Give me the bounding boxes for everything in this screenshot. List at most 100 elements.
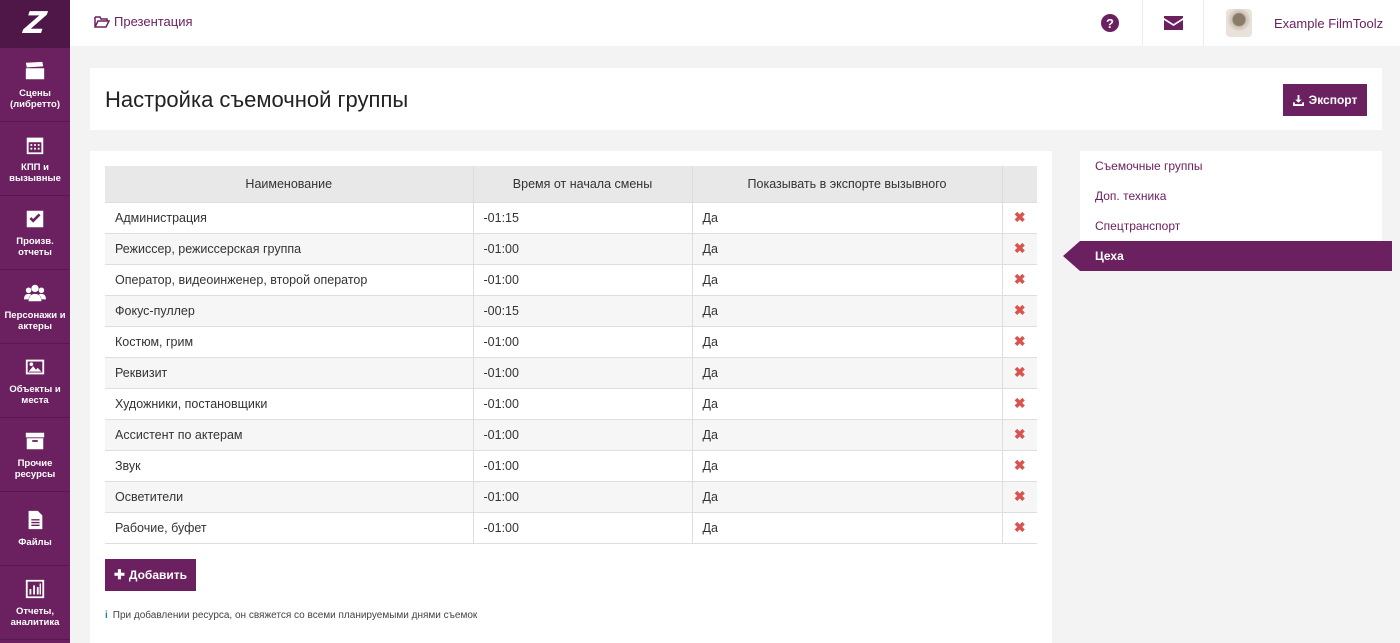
clapperboard-icon [25,61,45,79]
page-title: Настройка съемочной группы [105,87,409,112]
table-row[interactable]: Художники, постановщики -01:00 Да ✖ [105,387,1037,419]
sidebar-item-resources[interactable]: Прочие ресурсы [0,418,70,492]
sidebar-item-analytics[interactable]: Отчеты, аналитика [0,566,70,640]
image-icon [25,359,45,374]
sidebar-item-schedule[interactable]: КПП и вызывные [0,122,70,196]
cell-time[interactable]: -01:00 [473,325,693,357]
folder-open-icon [94,15,110,28]
table-row[interactable]: Костюм, грим -01:00 Да ✖ [105,325,1037,357]
sidebar-item-scenes[interactable]: Сцены (либретто) [0,48,70,122]
sidebar-item-label: Сцены (либретто) [9,87,60,110]
table-row[interactable]: Оператор, видеоинженер, второй оператор … [105,263,1037,295]
delete-button[interactable]: ✖ [1002,232,1037,264]
delete-button[interactable]: ✖ [1002,263,1037,295]
cell-time[interactable]: -00:15 [473,294,693,326]
cell-show[interactable]: Да [692,356,1003,388]
info-icon: i [105,610,108,621]
hint-message: При добавлении ресурса, он свяжется со в… [112,610,478,621]
delete-button[interactable]: ✖ [1002,418,1037,450]
export-button[interactable]: Экспорт [1283,84,1367,116]
cell-show[interactable]: Да [692,232,1003,264]
add-button[interactable]: ✚ Добавить [105,559,196,591]
cell-time[interactable]: -01:00 [473,232,693,264]
table-row[interactable]: Реквизит -01:00 Да ✖ [105,356,1037,388]
subnav-item-crews[interactable]: Съемочные группы [1080,151,1382,181]
subnav-item-departments[interactable]: Цеха [1063,241,1392,271]
cell-time[interactable]: -01:00 [473,480,693,512]
question-circle-icon: ? [1101,14,1119,32]
cell-time[interactable]: -01:00 [473,418,693,450]
sidebar-item-label: КПП и вызывные [9,161,61,184]
cell-show[interactable]: Да [692,387,1003,419]
table-row[interactable]: Ассистент по актерам -01:00 Да ✖ [105,418,1037,450]
cell-time[interactable]: -01:15 [473,201,693,233]
cell-show[interactable]: Да [692,418,1003,450]
delete-button[interactable]: ✖ [1002,480,1037,512]
column-header-show[interactable]: Показывать в экспорте вызывного [692,166,1003,202]
subnav-item-vehicles[interactable]: Спецтранспорт [1080,211,1382,241]
column-header-time[interactable]: Время от начала смены [473,166,693,202]
cell-name[interactable]: Осветители [105,480,474,512]
cell-show[interactable]: Да [692,201,1003,233]
cell-time[interactable]: -01:00 [473,449,693,481]
delete-icon: ✖ [1013,395,1026,411]
cell-time[interactable]: -01:00 [473,387,693,419]
delete-button[interactable]: ✖ [1002,325,1037,357]
sidebar-item-files[interactable]: Файлы [0,492,70,566]
cell-name[interactable]: Рабочие, буфет [105,511,474,544]
delete-button[interactable]: ✖ [1002,511,1037,544]
cell-time[interactable]: -01:00 [473,356,693,388]
cell-time[interactable]: -01:00 [473,263,693,295]
delete-button[interactable]: ✖ [1002,356,1037,388]
delete-icon: ✖ [1013,426,1026,442]
cell-name[interactable]: Оператор, видеоинженер, второй оператор [105,263,474,295]
cell-time[interactable]: -01:00 [473,511,693,544]
user-menu[interactable]: Example FilmToolz [1226,9,1383,37]
cell-show[interactable]: Да [692,449,1003,481]
sidebar-item-reports[interactable]: Произв. отчеты [0,196,70,270]
cell-show[interactable]: Да [692,325,1003,357]
delete-button[interactable]: ✖ [1002,294,1037,326]
delete-button[interactable]: ✖ [1002,449,1037,481]
subnav-item-equipment[interactable]: Доп. техника [1080,181,1382,211]
cell-name[interactable]: Администрация [105,201,474,233]
cell-show[interactable]: Да [692,263,1003,295]
delete-icon: ✖ [1013,302,1026,318]
delete-button[interactable]: ✖ [1002,201,1037,233]
delete-icon: ✖ [1013,271,1026,287]
check-square-icon [26,210,44,227]
sidebar-item-locations[interactable]: Объекты и места [0,344,70,418]
users-icon [24,284,46,301]
table-row[interactable]: Фокус-пуллер -00:15 Да ✖ [105,294,1037,326]
sidebar-item-label: Файлы [18,537,52,548]
cell-name[interactable]: Звук [105,449,474,481]
cell-show[interactable]: Да [692,511,1003,544]
delete-button[interactable]: ✖ [1002,387,1037,419]
project-breadcrumb[interactable]: Презентация [94,14,193,29]
cell-name[interactable]: Костюм, грим [105,325,474,357]
help-button[interactable]: ? [1080,0,1140,46]
cell-name[interactable]: Ассистент по актерам [105,418,474,450]
messages-button[interactable] [1142,0,1204,46]
cell-name[interactable]: Режиссер, режиссерская группа [105,232,474,264]
sidebar-item-label: Прочие ресурсы [14,457,56,480]
column-header-name[interactable]: Наименование [105,166,474,202]
cell-show[interactable]: Да [692,294,1003,326]
sidebar-item-label: Произв. отчеты [16,235,54,258]
subnav-item-label: Съемочные группы [1095,159,1203,173]
table-row[interactable]: Звук -01:00 Да ✖ [105,449,1037,481]
sidebar-item-label: Объекты и места [9,383,61,406]
table-row[interactable]: Режиссер, режиссерская группа -01:00 Да … [105,232,1037,264]
table-row[interactable]: Рабочие, буфет -01:00 Да ✖ [105,511,1037,544]
cell-name[interactable]: Реквизит [105,356,474,388]
app-logo[interactable]: Z [0,0,70,48]
sidebar-item-characters[interactable]: Персонажи и актеры [0,270,70,344]
table-row[interactable]: Администрация -01:15 Да ✖ [105,201,1037,233]
departments-table: Наименование Время от начала смены Показ… [105,166,1037,544]
cell-name[interactable]: Художники, постановщики [105,387,474,419]
calendar-icon [26,137,44,154]
cell-show[interactable]: Да [692,480,1003,512]
table-row[interactable]: Осветители -01:00 Да ✖ [105,480,1037,512]
cell-name[interactable]: Фокус-пуллер [105,294,474,326]
active-arrow [1063,241,1080,271]
